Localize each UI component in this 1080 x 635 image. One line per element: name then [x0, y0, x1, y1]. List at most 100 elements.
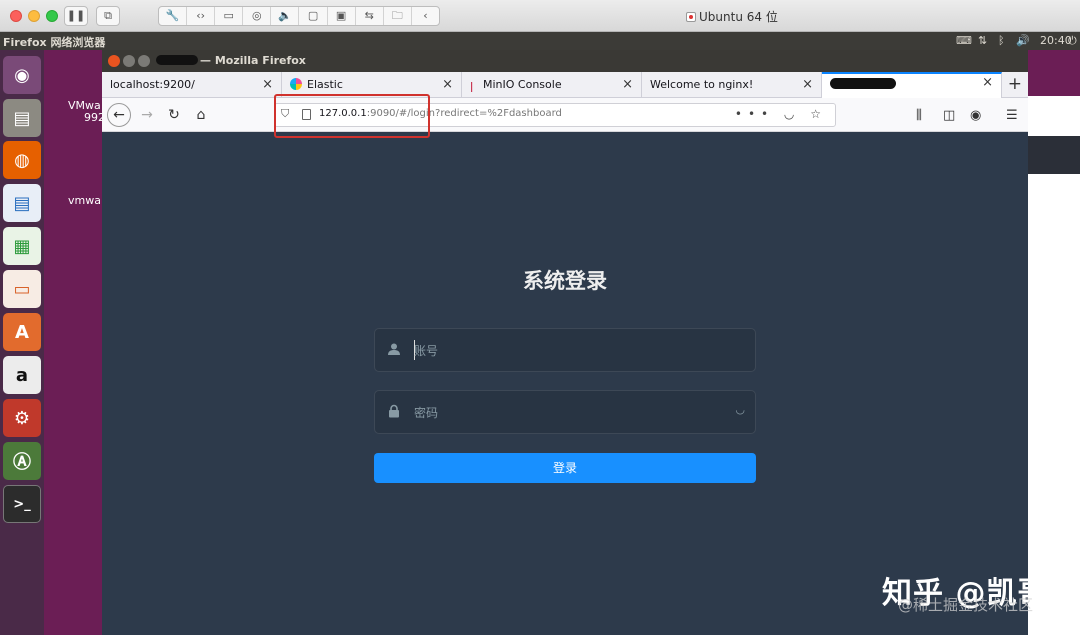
- shared-folder-icon[interactable]: 🗀: [384, 7, 412, 25]
- chevron-left-icon[interactable]: ‹: [412, 7, 439, 25]
- username-placeholder: 账号: [414, 344, 439, 358]
- clock[interactable]: 20:40: [1040, 34, 1072, 47]
- minio-icon: ǀ: [470, 80, 474, 93]
- minimize-window-button[interactable]: [28, 10, 40, 22]
- vm-window-title: Ubuntu 64 位: [686, 8, 778, 25]
- terminal-icon: >_: [13, 496, 31, 512]
- close-icon[interactable]: [108, 55, 120, 67]
- firefox-titlebar: — Mozilla Firefox: [102, 50, 1028, 72]
- forward-button[interactable]: →: [135, 103, 159, 127]
- tab-minio[interactable]: ǀ MinIO Console ×: [462, 72, 642, 98]
- close-icon[interactable]: ×: [622, 72, 633, 98]
- tab-label: MinIO Console: [483, 78, 562, 91]
- minimize-icon[interactable]: [123, 55, 135, 67]
- maximize-icon[interactable]: [138, 55, 150, 67]
- password-field[interactable]: 密码 ◡: [374, 390, 756, 434]
- firefox-icon: ◍: [14, 149, 30, 171]
- writer-icon: ▤: [13, 192, 31, 214]
- back-button[interactable]: ←: [107, 103, 131, 127]
- reload-button[interactable]: ↻: [162, 103, 186, 127]
- vm-host-toolbar: ❚❚ ⧉ 🔧 ‹› ▭ ◎ 🔈 ▢ ▣ ⇆ 🗀 ‹ Ubuntu 64 位: [0, 0, 1080, 32]
- home-icon: ⌂: [196, 107, 206, 123]
- software-center-icon: A: [15, 321, 29, 343]
- close-icon[interactable]: ×: [982, 74, 993, 94]
- password-placeholder: 密码: [414, 406, 439, 420]
- impress-icon: ▭: [13, 278, 31, 300]
- tab-label: Elastic: [307, 78, 343, 91]
- tab-active[interactable]: ×: [822, 72, 1002, 98]
- user-icon: [388, 343, 400, 355]
- ubuntu-launcher: ◉ ▤ ◍ ▤ ▦ ▭ A a ⚙ Ⓐ >_: [0, 50, 44, 635]
- zoom-window-button[interactable]: [46, 10, 58, 22]
- eye-closed-icon[interactable]: ◡: [735, 403, 745, 416]
- tab-bar: localhost:9200/ × Elastic × ǀ MinIO Conso…: [102, 72, 1028, 98]
- close-icon[interactable]: ×: [442, 72, 453, 98]
- firefox-window: — Mozilla Firefox localhost:9200/ × Elas…: [102, 50, 1028, 635]
- launcher-software-center[interactable]: A: [3, 313, 41, 351]
- username-field[interactable]: 账号: [374, 328, 756, 372]
- navigation-toolbar: ← → ↻ ⌂ ⛉ 127.0.0.1:9090/#/login?redirec…: [102, 98, 1028, 132]
- library-icon[interactable]: ⫼: [916, 108, 922, 123]
- bluetooth-icon[interactable]: ᛒ: [998, 34, 1005, 47]
- launcher-ubuntu[interactable]: ◉: [3, 56, 41, 94]
- login-button[interactable]: 登录: [374, 453, 756, 483]
- pocket-icon[interactable]: ◡: [784, 107, 800, 121]
- power-icon[interactable]: ⏻: [1068, 34, 1077, 48]
- close-window-button[interactable]: [10, 10, 22, 22]
- window-title: — Mozilla Firefox: [156, 54, 306, 67]
- snapshot-button[interactable]: ⧉: [96, 6, 120, 26]
- launcher-files[interactable]: ▤: [3, 99, 41, 137]
- close-icon[interactable]: ×: [802, 72, 813, 98]
- reload-icon: ↻: [168, 107, 180, 123]
- tab-localhost[interactable]: localhost:9200/ ×: [102, 72, 282, 98]
- sidebar-icon[interactable]: ◫: [943, 108, 955, 123]
- tab-label: Welcome to nginx!: [650, 78, 754, 91]
- calc-icon: ▦: [13, 235, 31, 257]
- wrench-icon[interactable]: 🔧: [159, 7, 188, 25]
- launcher-amazon[interactable]: a: [3, 356, 41, 394]
- launcher-writer[interactable]: ▤: [3, 184, 41, 222]
- pause-icon: ❚❚: [66, 9, 86, 22]
- launcher-impress[interactable]: ▭: [3, 270, 41, 308]
- speaker-icon[interactable]: 🔈: [271, 7, 300, 25]
- account-icon[interactable]: ◉: [970, 108, 981, 123]
- login-page: 系统登录 账号 密码 ◡ 登录: [102, 133, 1028, 635]
- star-icon[interactable]: ☆: [810, 107, 827, 121]
- tab-nginx[interactable]: Welcome to nginx! ×: [642, 72, 822, 98]
- new-tab-button[interactable]: +: [1008, 72, 1022, 96]
- display-icon[interactable]: ▣: [328, 7, 356, 25]
- camera-icon[interactable]: ◎: [243, 7, 272, 25]
- usb-icon[interactable]: ⇆: [356, 7, 384, 25]
- files-icon: ▤: [13, 107, 31, 129]
- launcher-settings[interactable]: ⚙: [3, 399, 41, 437]
- juejin-watermark: @稀土掘金技术社区: [898, 596, 1034, 614]
- login-title: 系统登录: [523, 269, 607, 293]
- home-button[interactable]: ⌂: [189, 103, 213, 127]
- arrow-left-icon: ←: [113, 107, 125, 123]
- vm-device-toolbar: 🔧 ‹› ▭ ◎ 🔈 ▢ ▣ ⇆ 🗀 ‹: [158, 6, 440, 26]
- desktop-label: vmwar: [68, 194, 106, 207]
- ubuntu-logo-icon: ◉: [14, 64, 30, 86]
- close-icon[interactable]: ×: [262, 72, 273, 98]
- keyboard-icon[interactable]: ⌨: [956, 34, 972, 47]
- vm-icon: [686, 12, 696, 22]
- video-icon[interactable]: ▢: [299, 7, 328, 25]
- launcher-updater[interactable]: Ⓐ: [3, 442, 41, 480]
- code-icon[interactable]: ‹›: [187, 7, 216, 25]
- launcher-calc[interactable]: ▦: [3, 227, 41, 265]
- volume-icon[interactable]: 🔊: [1016, 34, 1030, 47]
- lock-icon: [389, 404, 399, 418]
- ubuntu-top-panel: Firefox 网络浏览器 ⌨ ⇅ ᛒ 🔊 20:40 ⏻: [0, 32, 1080, 50]
- more-icon[interactable]: •••: [735, 107, 774, 121]
- menu-icon[interactable]: ☰: [1006, 108, 1018, 123]
- launcher-terminal[interactable]: >_: [3, 485, 41, 523]
- updater-icon: Ⓐ: [13, 452, 31, 473]
- redaction: [156, 55, 198, 65]
- url-actions: ••• ◡ ☆: [735, 107, 827, 121]
- network-icon[interactable]: ⇅: [978, 34, 987, 47]
- drive-icon[interactable]: ▭: [215, 7, 244, 25]
- background-window-header: [1028, 136, 1080, 174]
- launcher-firefox[interactable]: ◍: [3, 141, 41, 179]
- url-highlight-annotation: [274, 94, 430, 138]
- pause-vm-button[interactable]: ❚❚: [64, 6, 88, 26]
